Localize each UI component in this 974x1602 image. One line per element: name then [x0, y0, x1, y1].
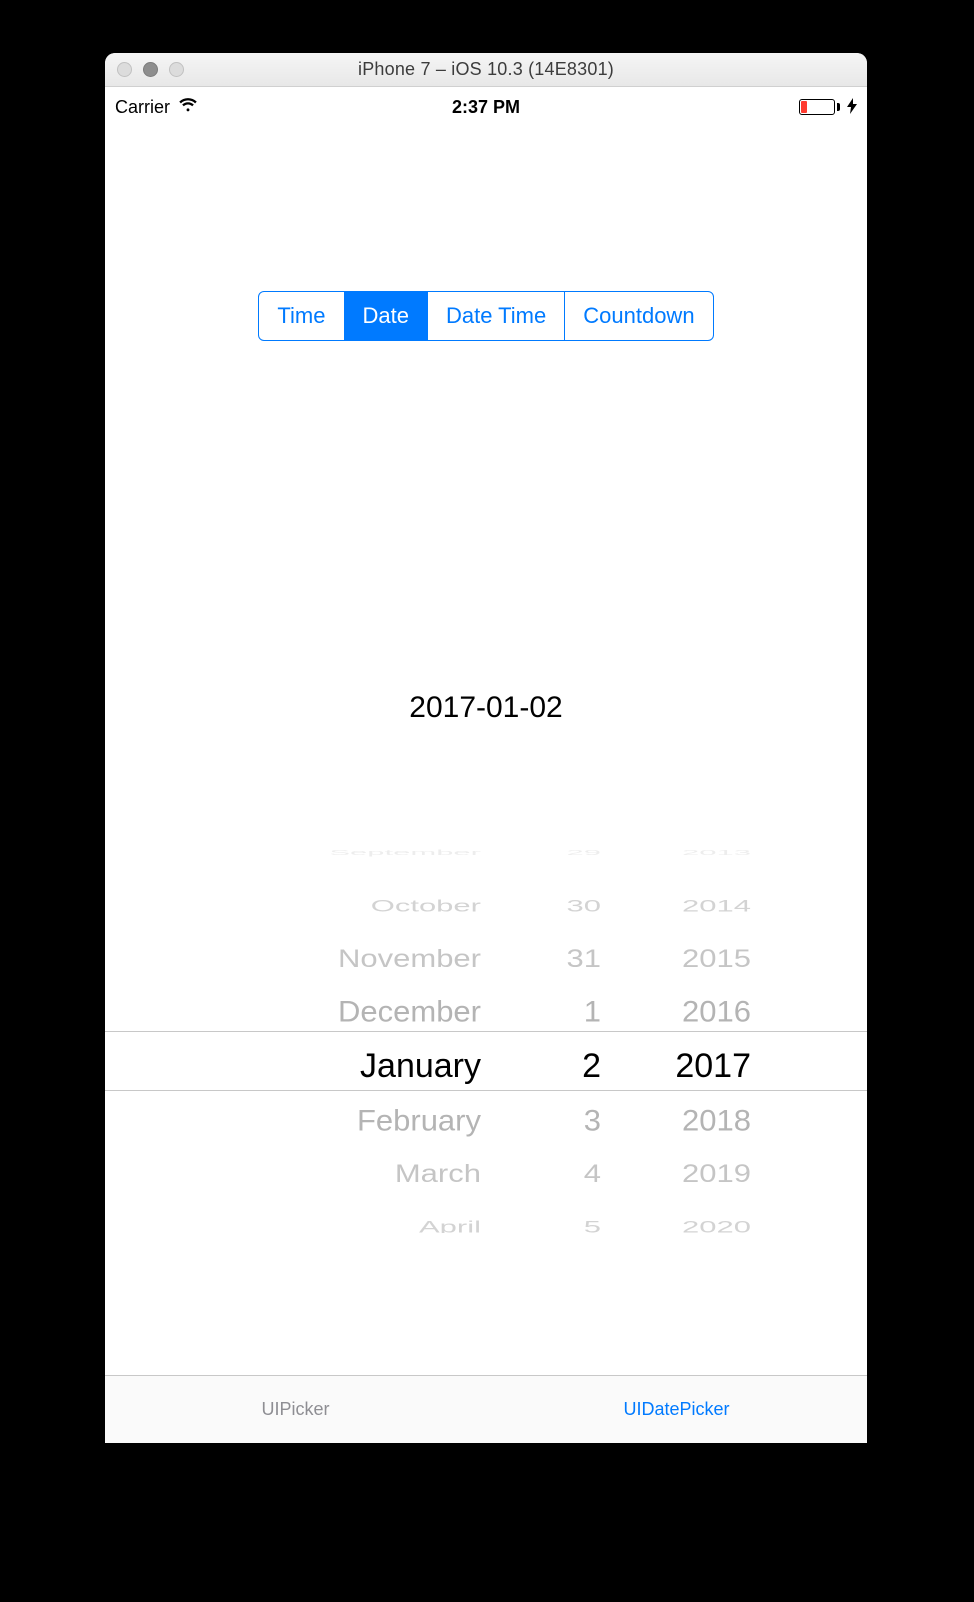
- picker-option-selected: 2017: [675, 1049, 751, 1083]
- ios-status-bar: Carrier 2:37 PM: [105, 87, 867, 115]
- status-right: [707, 98, 857, 117]
- picker-option: 2018: [682, 1106, 751, 1135]
- picker-option: December: [338, 997, 481, 1026]
- picker-option: 31: [567, 946, 601, 971]
- window-title: iPhone 7 – iOS 10.3 (14E8301): [105, 59, 867, 80]
- picker-option: 2016: [682, 997, 751, 1026]
- segment-datetime[interactable]: Date Time: [427, 292, 564, 340]
- picker-option: September: [329, 849, 481, 857]
- mode-segmented-control: Time Date Date Time Countdown: [258, 291, 713, 341]
- status-time: 2:37 PM: [265, 97, 707, 118]
- segment-time[interactable]: Time: [259, 292, 343, 340]
- picker-option: October: [371, 897, 481, 914]
- segment-countdown[interactable]: Countdown: [564, 292, 712, 340]
- simulator-window: iPhone 7 – iOS 10.3 (14E8301) Carrier 2:…: [105, 53, 867, 1443]
- picker-option: 2015: [682, 946, 751, 971]
- mac-titlebar: iPhone 7 – iOS 10.3 (14E8301): [105, 53, 867, 87]
- picker-option: February: [357, 1106, 481, 1135]
- traffic-lights: [117, 53, 184, 86]
- picker-option: April: [419, 1218, 481, 1233]
- segmented-control-container: Time Date Date Time Countdown: [105, 291, 867, 341]
- date-picker[interactable]: September October November December Janu…: [105, 845, 867, 1225]
- picker-month-column[interactable]: September October November December Janu…: [221, 837, 491, 1233]
- tab-bar: UIPicker UIDatePicker: [105, 1375, 867, 1443]
- picker-option: 30: [567, 897, 601, 914]
- tab-uipicker[interactable]: UIPicker: [105, 1376, 486, 1443]
- picker-option: 4: [584, 1161, 601, 1186]
- picker-option: 2013: [682, 849, 751, 857]
- picker-option: November: [338, 946, 481, 971]
- wifi-icon: [178, 95, 198, 120]
- picker-option: March: [395, 1161, 481, 1186]
- selected-date-label: 2017-01-02: [105, 691, 867, 725]
- tab-uidatepicker[interactable]: UIDatePicker: [486, 1376, 867, 1443]
- charging-icon: [847, 98, 857, 117]
- picker-option-selected: January: [360, 1049, 481, 1083]
- status-left: Carrier: [115, 95, 265, 120]
- battery-icon: [799, 99, 840, 115]
- segment-date[interactable]: Date: [344, 292, 427, 340]
- picker-option: 2014: [682, 897, 751, 914]
- minimize-traffic-light[interactable]: [143, 62, 158, 77]
- picker-option: 5: [584, 1218, 601, 1233]
- picker-year-column[interactable]: 2013 2014 2015 2016 2017 2018 2019 2020 …: [611, 837, 751, 1233]
- picker-option: 3: [584, 1106, 601, 1135]
- picker-day-column[interactable]: 29 30 31 1 2 3 4 5 6: [491, 837, 611, 1233]
- picker-option-selected: 2: [582, 1049, 601, 1083]
- picker-option: 2020: [682, 1218, 751, 1233]
- carrier-label: Carrier: [115, 97, 170, 118]
- picker-option: 2019: [682, 1161, 751, 1186]
- zoom-traffic-light[interactable]: [169, 62, 184, 77]
- picker-option: 1: [584, 997, 601, 1026]
- close-traffic-light[interactable]: [117, 62, 132, 77]
- picker-option: 29: [567, 849, 601, 857]
